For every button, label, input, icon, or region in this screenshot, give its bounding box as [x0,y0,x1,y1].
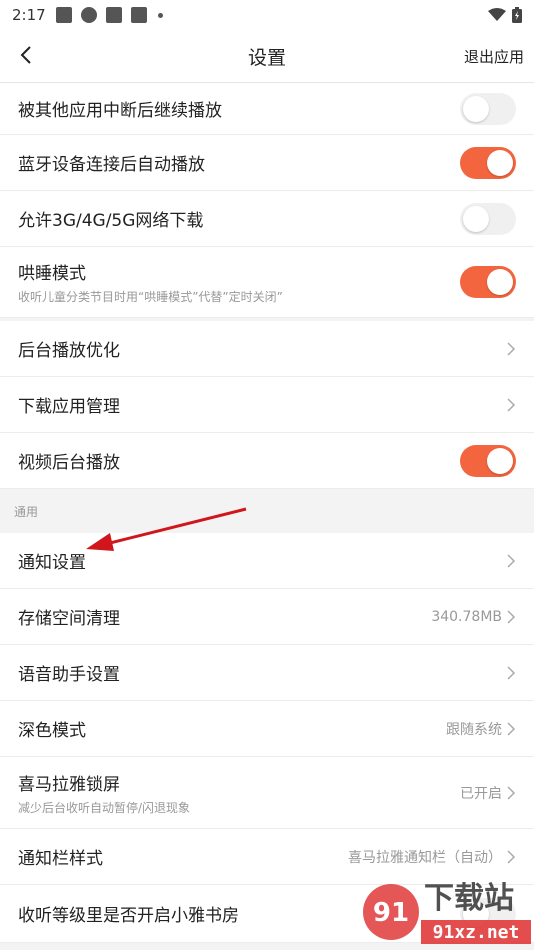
row-label: 视频后台播放 [18,453,120,473]
chevron-right-icon [507,785,516,800]
exit-app-button[interactable]: 退出应用 [464,46,524,67]
lock-screen-value: 已开启 [460,785,502,802]
dark-mode-value: 跟随系统 [446,721,502,738]
row-sublabel: 减少后台收听自动暂停/闪退现象 [18,800,191,815]
notification-bar-style-value: 喜马拉雅通知栏（自动） [348,849,502,866]
sleep-mode-toggle[interactable] [460,266,516,298]
row-label: 收听等级里是否开启小雅书房 [18,906,239,926]
page-title: 设置 [247,46,286,69]
storage-size-value: 340.78MB [431,608,502,625]
interrupt-resume-toggle[interactable] [460,92,516,125]
chevron-right-icon [507,341,516,356]
chevron-right-icon [507,665,516,680]
annotation-arrow-icon [86,507,247,551]
row-label: 存储空间清理 [18,609,120,629]
row-lock-screen[interactable]: 喜马拉雅锁屏 减少后台收听自动暂停/闪退现象 已开启 [0,757,534,829]
status-bar: 2:17 [0,0,534,30]
row-video-background[interactable]: 视频后台播放 [0,433,534,489]
chevron-right-icon [507,397,516,412]
row-label: 允许3G/4G/5G网络下载 [18,211,204,231]
notification-a-icon [130,7,147,23]
row-background-optimize[interactable]: 后台播放优化 [0,321,534,377]
row-label: 下载应用管理 [18,397,120,417]
mobile-download-toggle[interactable] [460,202,516,235]
row-label: 语音助手设置 [18,665,120,685]
notification-app-icon-2 [105,7,122,23]
chevron-right-icon [507,553,516,568]
row-label: 后台播放优化 [18,341,120,361]
row-label: 通知设置 [18,553,86,573]
bluetooth-autoplay-toggle[interactable] [460,146,516,179]
header: 设置 退出应用 [0,30,534,83]
chevron-right-icon [507,849,516,864]
row-bluetooth-autoplay[interactable]: 蓝牙设备连接后自动播放 [0,135,534,191]
row-interrupt-resume[interactable]: 被其他应用中断后继续播放 [0,83,534,135]
row-label: 蓝牙设备连接后自动播放 [18,155,205,175]
row-sleep-mode[interactable]: 哄睡模式 收听儿童分类节目时用“哄睡模式”代替”定时关闭” [0,247,534,318]
row-label: 喜马拉雅锁屏 [18,774,120,795]
chevron-right-icon [507,721,516,736]
status-time: 2:17 [12,6,46,24]
row-storage-cleanup[interactable]: 存储空间清理 340.78MB [0,589,534,645]
wifi-icon [488,8,506,21]
video-background-toggle[interactable] [460,444,516,477]
site-watermark-logo: 91 下载站 91xz.net [363,881,531,944]
row-label: 被其他应用中断后继续播放 [18,101,222,121]
svg-text:91xz.net: 91xz.net [433,922,520,943]
row-voice-assistant[interactable]: 语音助手设置 [0,645,534,701]
row-dark-mode[interactable]: 深色模式 跟随系统 [0,701,534,757]
row-sublabel: 收听儿童分类节目时用“哄睡模式”代替”定时关闭” [18,290,283,304]
more-notifications-icon [157,12,163,18]
row-label: 深色模式 [18,721,86,741]
chevron-right-icon [507,609,516,624]
svg-text:下载站: 下载站 [424,881,514,916]
row-mobile-download[interactable]: 允许3G/4G/5G网络下载 [0,191,534,247]
row-download-manager[interactable]: 下载应用管理 [0,377,534,433]
notification-app-icon [55,7,72,23]
svg-text:91: 91 [373,898,409,928]
row-label: 通知栏样式 [18,849,103,869]
settings-notification-icon [80,7,97,23]
row-label: 哄睡模式 [18,264,86,284]
battery-icon [512,7,522,23]
